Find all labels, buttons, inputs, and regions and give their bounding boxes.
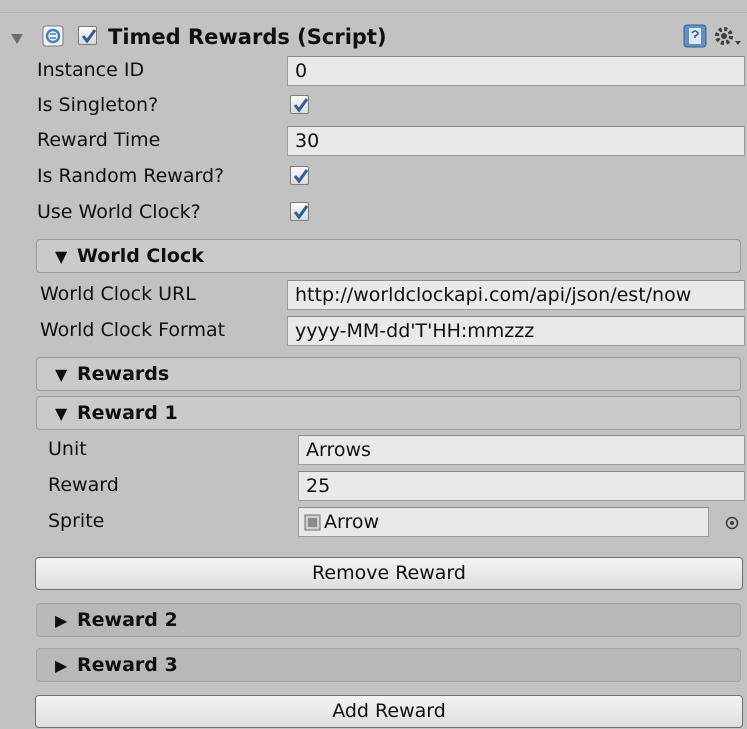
reward-label: Reward xyxy=(48,474,119,496)
use-world-clock-checkbox[interactable] xyxy=(290,202,309,221)
foldout-triangle-icon xyxy=(11,34,23,44)
unit-label: Unit xyxy=(48,438,87,460)
world-clock-title: World Clock xyxy=(77,245,204,267)
script-icon xyxy=(42,25,64,47)
gear-icon[interactable] xyxy=(713,24,743,48)
object-picker-icon[interactable] xyxy=(724,514,740,530)
reward-1-title: Reward 1 xyxy=(77,402,178,424)
world-clock-url-label: World Clock URL xyxy=(40,283,196,305)
triangle-right-icon: ▶ xyxy=(55,611,68,630)
sprite-value: Arrow xyxy=(324,511,380,533)
world-clock-foldout[interactable]: ▼ World Clock xyxy=(36,239,741,273)
instance-id-field[interactable]: 0 xyxy=(287,56,745,86)
triangle-down-icon: ▼ xyxy=(55,365,68,384)
reward-1-foldout[interactable]: ▼ Reward 1 xyxy=(36,396,741,430)
component-header-divider xyxy=(0,12,747,13)
check-icon xyxy=(293,98,309,113)
instance-id-label: Instance ID xyxy=(37,59,145,81)
reward-time-label: Reward Time xyxy=(37,129,161,151)
check-icon xyxy=(81,29,97,44)
remove-reward-button[interactable]: Remove Reward xyxy=(35,557,743,590)
add-reward-button[interactable]: Add Reward xyxy=(35,695,743,728)
triangle-right-icon: ▶ xyxy=(55,656,68,675)
foldout-toggle[interactable] xyxy=(10,28,24,50)
rewards-foldout[interactable]: ▼ Rewards xyxy=(36,357,741,391)
help-book-icon[interactable] xyxy=(683,24,707,48)
check-icon xyxy=(293,205,309,220)
triangle-down-icon: ▼ xyxy=(55,404,68,423)
reward-field[interactable]: 25 xyxy=(298,471,745,501)
use-world-clock-label: Use World Clock? xyxy=(37,201,201,223)
component-title: Timed Rewards (Script) xyxy=(108,25,387,49)
reward-2-title: Reward 2 xyxy=(77,609,178,631)
is-random-reward-checkbox[interactable] xyxy=(290,166,309,185)
unit-field[interactable]: Arrows xyxy=(298,435,745,465)
sprite-object-field[interactable]: Arrow xyxy=(298,507,709,537)
world-clock-format-field[interactable]: yyyy-MM-dd'T'HH:mmzzz xyxy=(287,316,745,346)
check-icon xyxy=(293,169,309,184)
reward-time-field[interactable]: 30 xyxy=(287,126,745,156)
reward-3-foldout[interactable]: ▶ Reward 3 xyxy=(36,648,741,682)
is-random-reward-label: Is Random Reward? xyxy=(37,165,225,187)
rewards-title: Rewards xyxy=(77,363,170,385)
is-singleton-label: Is Singleton? xyxy=(37,94,159,116)
reward-3-title: Reward 3 xyxy=(77,654,178,676)
sprite-label: Sprite xyxy=(48,510,105,532)
reward-2-foldout[interactable]: ▶ Reward 2 xyxy=(36,603,741,637)
world-clock-url-field[interactable]: http://worldclockapi.com/api/json/est/no… xyxy=(287,280,745,310)
triangle-down-icon: ▼ xyxy=(55,247,68,266)
sprite-asset-icon xyxy=(304,511,321,531)
is-singleton-checkbox[interactable] xyxy=(290,95,309,114)
world-clock-format-label: World Clock Format xyxy=(40,319,226,341)
component-enabled-checkbox[interactable] xyxy=(78,26,97,45)
